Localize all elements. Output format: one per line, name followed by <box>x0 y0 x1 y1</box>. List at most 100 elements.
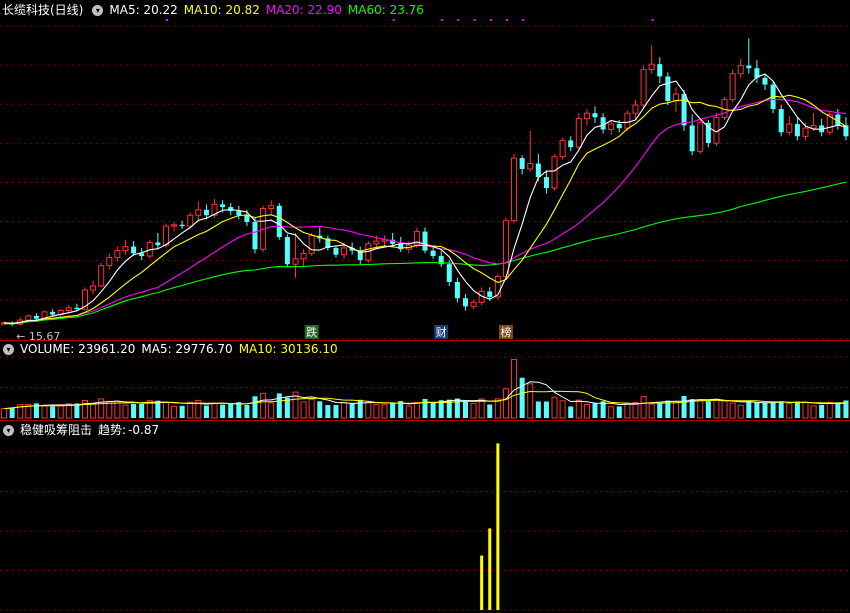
candle-body <box>187 214 194 227</box>
volume-bar <box>114 400 121 419</box>
volume-bar <box>794 401 800 418</box>
candle-body <box>624 112 631 129</box>
volume-bar <box>236 402 242 418</box>
candle-body <box>98 265 105 287</box>
volume-bar <box>762 402 768 418</box>
candle-body <box>778 109 784 133</box>
candle-body <box>511 157 518 222</box>
volume-bar <box>373 404 380 419</box>
volume-bar <box>624 402 631 419</box>
candle-body <box>284 237 290 265</box>
candle-body <box>155 242 161 246</box>
volume-bar <box>179 405 185 418</box>
volume-bar <box>139 403 145 418</box>
candle-body <box>462 298 468 307</box>
volume-bar <box>778 401 784 418</box>
candle-body <box>268 205 275 209</box>
volume-bar <box>325 405 331 418</box>
candle-body <box>74 307 80 310</box>
volume-bar <box>802 401 809 419</box>
volume-bar <box>405 405 412 419</box>
volume-bar <box>754 402 760 418</box>
candle-body <box>244 215 250 223</box>
volume-bar <box>543 401 549 418</box>
candle-body <box>220 204 226 208</box>
volume-bar <box>220 404 226 418</box>
volume-bar <box>648 403 655 419</box>
volume-bar <box>50 406 56 418</box>
candle-body <box>568 140 574 148</box>
candle-body <box>786 123 793 133</box>
event-marker-label: 财 <box>436 325 447 339</box>
volume-bar <box>519 377 525 418</box>
volume-bar <box>211 402 218 419</box>
volume-bar <box>657 403 663 418</box>
volume-bar <box>835 402 841 418</box>
candle-body <box>25 315 32 321</box>
volume-bar <box>535 401 541 418</box>
candle-body <box>33 315 39 319</box>
volume-bar <box>600 401 606 418</box>
candle-body <box>681 94 687 126</box>
candle-body <box>689 125 695 152</box>
volume-bar <box>252 396 258 418</box>
signal-dot <box>505 19 508 21</box>
volume-bar <box>276 393 282 418</box>
candle-body <box>422 231 428 251</box>
volume-bar <box>381 404 388 419</box>
volume-bar <box>413 401 420 419</box>
candle-body <box>171 224 178 227</box>
candle-body <box>697 122 704 152</box>
volume-bar <box>81 399 89 419</box>
candle-body <box>583 112 590 120</box>
volume-bar <box>819 404 825 418</box>
volume-bar <box>9 407 15 418</box>
volume-bar <box>737 404 744 419</box>
candle-body <box>470 301 477 307</box>
indicator-bar <box>488 528 492 610</box>
volume-bar <box>317 401 323 418</box>
low-price-annotation: ← 15.67 <box>16 330 60 343</box>
volume-bar <box>41 405 48 419</box>
candle-body <box>292 258 299 265</box>
volume-bar <box>131 403 137 418</box>
candle-body <box>308 235 315 254</box>
candle-body <box>195 209 202 216</box>
volume-bar <box>268 402 275 419</box>
candle-body <box>333 247 339 255</box>
candle-body <box>487 291 493 297</box>
ma5-line <box>3 73 847 324</box>
volume-bar <box>244 405 250 418</box>
volume-bar <box>106 400 113 419</box>
volume-bar <box>333 404 339 418</box>
volume-bar <box>187 401 194 419</box>
candle-body <box>90 285 97 291</box>
signal-dot <box>392 19 395 21</box>
candle-body <box>535 163 541 178</box>
signal-dot <box>457 19 460 21</box>
candle-body <box>746 65 752 69</box>
candle-body <box>252 222 258 250</box>
candle-body <box>373 240 380 245</box>
candle-body <box>454 281 460 299</box>
volume-bar <box>462 401 468 418</box>
candle-body <box>616 124 622 129</box>
volume-bar <box>632 402 639 419</box>
volume-bar <box>575 399 582 419</box>
candle-body <box>203 209 209 216</box>
indicator-bar <box>480 555 484 610</box>
volume-bar <box>365 402 372 419</box>
candle-body <box>162 225 169 246</box>
candle-body <box>559 139 566 158</box>
volume-bar <box>640 396 647 419</box>
candle-body <box>843 125 849 137</box>
stock-chart[interactable]: ← 15.67 跌 财 榜 <box>0 0 850 613</box>
candle-body <box>341 247 348 256</box>
candle-body <box>600 117 606 130</box>
candle-body <box>543 177 549 189</box>
volume-bar <box>349 403 355 418</box>
volume-bar <box>746 400 752 418</box>
signal-dot <box>489 19 492 21</box>
candle-body <box>65 307 72 312</box>
volume-bar <box>341 402 348 419</box>
